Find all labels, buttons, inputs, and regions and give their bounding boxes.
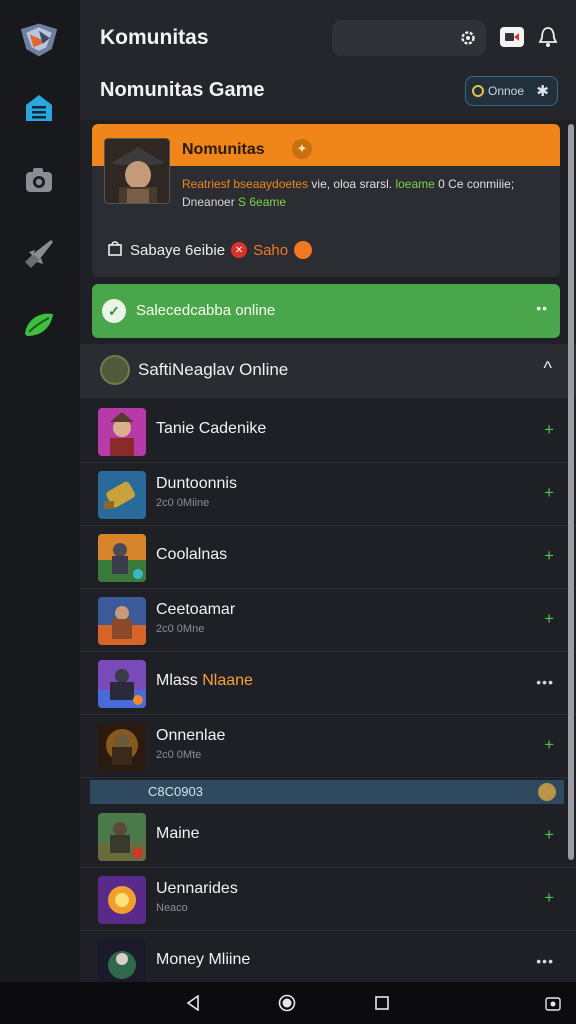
featured-description: Reatriesf bseaaydoetes vie, oloa srarsl.… bbox=[182, 174, 552, 194]
camera-icon[interactable] bbox=[19, 160, 59, 200]
desc-part-3: loeame bbox=[395, 177, 435, 191]
item-thumbnail bbox=[98, 408, 146, 456]
online-pill-label: Onnoe bbox=[488, 84, 525, 98]
item-thumbnail bbox=[98, 660, 146, 708]
recents-icon[interactable] bbox=[371, 992, 393, 1014]
section-emblem-icon bbox=[100, 355, 130, 385]
item-thumbnail bbox=[98, 723, 146, 771]
item-name: Ceetoamar bbox=[156, 601, 236, 618]
item-name: Duntoonnis bbox=[156, 475, 237, 492]
item-thumbnail bbox=[98, 876, 146, 924]
item-thumbnail bbox=[98, 597, 146, 645]
selection-banner[interactable]: ✓ Salecedcabba online •• bbox=[92, 284, 560, 338]
featured-link[interactable]: Saho bbox=[253, 242, 288, 259]
nav-rail bbox=[0, 0, 80, 982]
check-icon: ✓ bbox=[102, 299, 126, 323]
add-icon[interactable]: + bbox=[544, 888, 554, 908]
home-icon[interactable] bbox=[19, 88, 59, 128]
video-icon[interactable] bbox=[500, 27, 524, 47]
item-thumbnail bbox=[98, 939, 146, 982]
gear-icon[interactable] bbox=[456, 26, 480, 50]
item-status: 2c0 0Mne bbox=[156, 623, 205, 635]
more-icon[interactable]: ••• bbox=[536, 953, 554, 969]
list-item[interactable]: Duntoonnis 2c0 0Miine + bbox=[80, 463, 576, 526]
online-status-pill[interactable]: Onnoe ✱ bbox=[465, 76, 558, 106]
list-item[interactable]: Mlass Nlaane ••• bbox=[80, 652, 576, 715]
bell-icon[interactable] bbox=[536, 24, 560, 50]
star-icon[interactable]: ✱ bbox=[536, 82, 549, 100]
app-root: Komunitas Nomunitas Game Onnoe ✱ Nomunit… bbox=[0, 0, 576, 1024]
item-thumbnail bbox=[98, 534, 146, 582]
orange-dot-icon bbox=[294, 241, 313, 259]
store-icon bbox=[106, 239, 124, 261]
system-nav-bar bbox=[0, 982, 576, 1024]
app-header: Komunitas Nomunitas Game Onnoe ✱ bbox=[80, 0, 576, 120]
list-item[interactable]: Onnenlae 2c0 0Mte + bbox=[80, 715, 576, 778]
add-icon[interactable]: + bbox=[544, 735, 554, 755]
item-name: Maine bbox=[156, 825, 200, 842]
featured-subline: Dneanoer S 6eame bbox=[182, 192, 286, 212]
list-item[interactable]: Tanie Cadenike + bbox=[80, 400, 576, 463]
collapse-caret-icon[interactable]: ^ bbox=[544, 358, 552, 379]
featured-community-card[interactable]: Nomunitas ✦ Reatriesf bseaaydoetes vie, … bbox=[92, 124, 560, 277]
list-divider: C8C0903 bbox=[90, 780, 564, 804]
item-thumbnail bbox=[98, 813, 146, 861]
featured-avatar bbox=[104, 138, 170, 204]
desc-part-4: 0 Ce conmiiie; bbox=[434, 177, 515, 191]
featured-actions: Sabaye 6eibie ✕ Saho bbox=[106, 238, 313, 262]
item-status: 2c0 0Mte bbox=[156, 749, 202, 761]
accessibility-icon[interactable] bbox=[542, 992, 564, 1014]
divider-label: C8C0903 bbox=[148, 784, 203, 799]
desc-part-1: Reatriesf bseaaydoetes bbox=[182, 177, 309, 191]
add-icon[interactable]: + bbox=[544, 483, 554, 503]
scrollbar[interactable] bbox=[568, 124, 574, 860]
app-title: Komunitas bbox=[100, 26, 209, 49]
more-icon[interactable]: •• bbox=[536, 300, 548, 316]
page-title: Nomunitas Game bbox=[100, 79, 265, 101]
flame-badge-icon: ✦ bbox=[292, 139, 312, 159]
home-button-icon[interactable] bbox=[276, 992, 298, 1014]
desc-part-2: vie, oloa srarsl. bbox=[308, 177, 396, 191]
leaf-icon[interactable] bbox=[19, 305, 59, 345]
featured-name: Nomunitas bbox=[182, 141, 265, 158]
back-icon[interactable] bbox=[182, 992, 204, 1014]
selection-label: Salecedcabba online bbox=[136, 302, 276, 319]
item-status: 2c0 0Miine bbox=[156, 497, 210, 509]
item-thumbnail bbox=[98, 471, 146, 519]
item-name: Money Mliine bbox=[156, 951, 251, 968]
add-icon[interactable]: + bbox=[544, 609, 554, 629]
item-name: Mlass Nlaane bbox=[156, 672, 253, 690]
community-list: Tanie Cadenike + Duntoonnis 2c0 0Miine +… bbox=[80, 400, 576, 982]
item-status: Neaco bbox=[156, 902, 188, 914]
list-item[interactable]: Maine + bbox=[80, 805, 576, 868]
item-name: Coolalnas bbox=[156, 546, 228, 563]
item-name-highlight: Nlaane bbox=[202, 672, 253, 689]
add-icon[interactable]: + bbox=[544, 825, 554, 845]
add-icon[interactable]: + bbox=[544, 546, 554, 566]
list-item[interactable]: Money Mliine ••• bbox=[80, 931, 576, 982]
divider-badge-icon bbox=[538, 783, 556, 801]
section-header[interactable]: SaftiNeaglav Online ^ bbox=[80, 344, 576, 398]
item-name: Tanie Cadenike bbox=[156, 420, 267, 437]
item-name: Uennarides bbox=[156, 880, 238, 897]
item-name-part: Mlass bbox=[156, 672, 203, 689]
sub-part-2: S 6eame bbox=[238, 195, 287, 209]
list-item[interactable]: Ceetoamar 2c0 0Mne + bbox=[80, 589, 576, 652]
rocket-icon[interactable] bbox=[19, 234, 59, 274]
add-icon[interactable]: + bbox=[544, 420, 554, 440]
sub-part-1: Dneanoer bbox=[182, 195, 239, 209]
status-dot-icon bbox=[472, 85, 484, 97]
list-item[interactable]: Uennarides Neaco + bbox=[80, 868, 576, 931]
item-name: Onnenlae bbox=[156, 727, 226, 744]
list-item[interactable]: Coolalnas + bbox=[80, 526, 576, 589]
more-icon[interactable]: ••• bbox=[536, 674, 554, 690]
logo-icon[interactable] bbox=[19, 20, 59, 60]
section-title: SaftiNeaglav Online bbox=[138, 360, 289, 379]
featured-bottom-label: Sabaye 6eibie bbox=[130, 241, 226, 259]
remove-icon[interactable]: ✕ bbox=[231, 242, 248, 258]
